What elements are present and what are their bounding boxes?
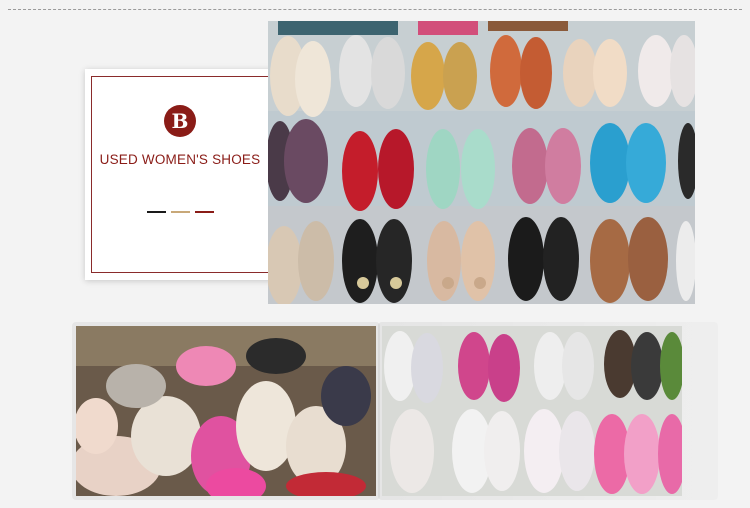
photo-shoe-rows bbox=[268, 21, 695, 304]
divider-dash-black bbox=[146, 211, 166, 213]
section-title: USED WOMEN'S SHOES bbox=[99, 152, 261, 167]
photo-sneaker-rows bbox=[382, 326, 682, 496]
divider-dash-gold bbox=[170, 211, 190, 213]
divider-dash-red bbox=[194, 211, 214, 213]
dashed-top-divider bbox=[8, 9, 742, 10]
section-badge: B bbox=[164, 105, 196, 137]
photo-shoe-heap bbox=[76, 326, 376, 496]
label-frame: B USED WOMEN'S SHOES bbox=[91, 76, 269, 273]
section-label-card: B USED WOMEN'S SHOES bbox=[85, 69, 275, 280]
color-divider bbox=[146, 211, 214, 213]
